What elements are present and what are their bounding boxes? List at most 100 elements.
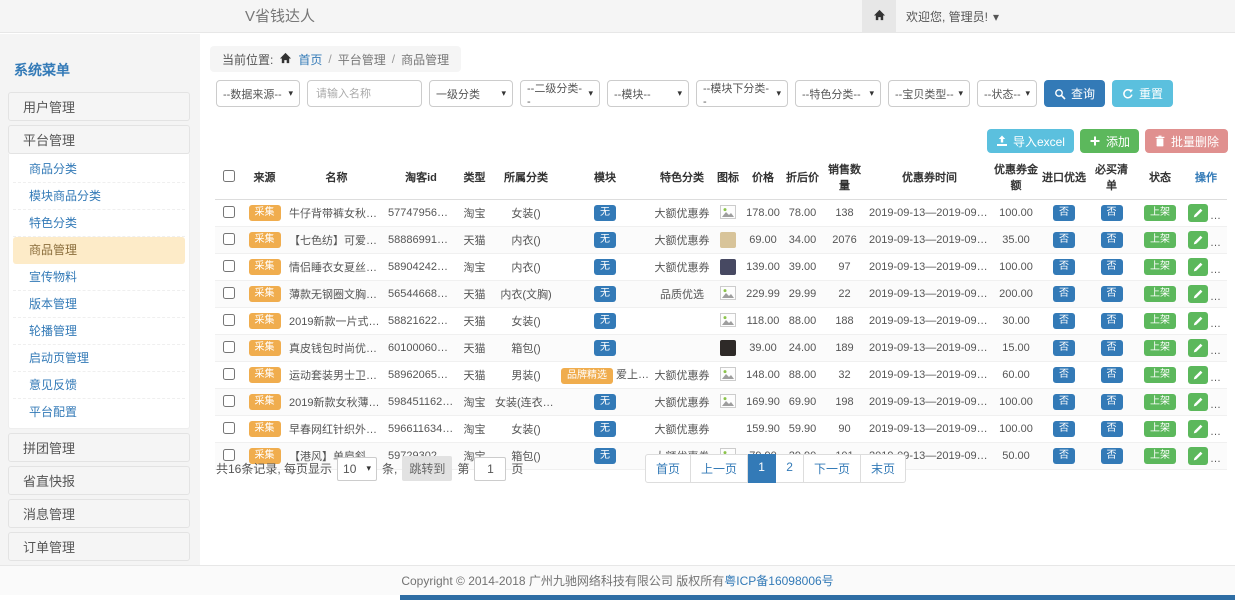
- filter-select-模块[interactable]: --模块--▾: [607, 80, 689, 107]
- select-all-checkbox[interactable]: [223, 170, 235, 182]
- status-badge[interactable]: 上架: [1144, 259, 1176, 275]
- module-badge[interactable]: 无: [594, 313, 616, 329]
- edit-button[interactable]: [1188, 447, 1208, 465]
- sidebar-group-平台管理[interactable]: 平台管理: [8, 125, 190, 154]
- sidebar-group-用户管理[interactable]: 用户管理: [8, 92, 190, 121]
- edit-button[interactable]: [1188, 393, 1208, 411]
- status-badge[interactable]: 上架: [1144, 367, 1176, 383]
- sidebar-item-意见反馈[interactable]: 意见反馈: [13, 372, 185, 399]
- page-button-上一页[interactable]: 上一页: [691, 454, 748, 483]
- filter-select-状态[interactable]: --状态--▾: [977, 80, 1037, 107]
- module-badge[interactable]: 无: [594, 448, 616, 464]
- sidebar-item-特色分类[interactable]: 特色分类: [13, 210, 185, 237]
- must-buy-toggle[interactable]: 否: [1101, 394, 1123, 410]
- module-badge[interactable]: 无: [594, 205, 616, 221]
- row-checkbox[interactable]: [223, 233, 235, 245]
- home-button[interactable]: [862, 0, 896, 33]
- module-badge[interactable]: 品牌精选: [561, 368, 613, 384]
- page-button-首页[interactable]: 首页: [645, 454, 691, 483]
- must-buy-toggle[interactable]: 否: [1101, 205, 1123, 221]
- filter-select-一级分类[interactable]: 一级分类▾: [429, 80, 513, 107]
- import-select-toggle[interactable]: 否: [1053, 313, 1075, 329]
- import-excel-button[interactable]: 导入excel: [987, 129, 1074, 153]
- module-badge[interactable]: 无: [594, 394, 616, 410]
- row-checkbox[interactable]: [223, 287, 235, 299]
- row-checkbox[interactable]: [223, 260, 235, 272]
- status-badge[interactable]: 上架: [1144, 340, 1176, 356]
- status-badge[interactable]: 上架: [1144, 448, 1176, 464]
- status-badge[interactable]: 上架: [1144, 421, 1176, 437]
- import-select-toggle[interactable]: 否: [1053, 205, 1075, 221]
- sidebar-group-订单管理[interactable]: 订单管理: [8, 532, 190, 561]
- sidebar-item-模块商品分类[interactable]: 模块商品分类: [13, 183, 185, 210]
- status-badge[interactable]: 上架: [1144, 313, 1176, 329]
- status-badge[interactable]: 上架: [1144, 205, 1176, 221]
- sidebar-item-启动页管理[interactable]: 启动页管理: [13, 345, 185, 372]
- import-select-toggle[interactable]: 否: [1053, 232, 1075, 248]
- sidebar-group-消息管理[interactable]: 消息管理: [8, 499, 190, 528]
- page-number-input[interactable]: [474, 457, 506, 481]
- sidebar-item-轮播管理[interactable]: 轮播管理: [13, 318, 185, 345]
- import-select-toggle[interactable]: 否: [1053, 367, 1075, 383]
- row-checkbox[interactable]: [223, 206, 235, 218]
- search-button[interactable]: 查询: [1044, 80, 1105, 107]
- bottom-scrollbar[interactable]: [400, 595, 1235, 600]
- status-badge[interactable]: 上架: [1144, 394, 1176, 410]
- sidebar-item-商品管理[interactable]: 商品管理: [13, 237, 185, 264]
- sidebar-item-商品分类[interactable]: 商品分类: [13, 156, 185, 183]
- jump-button[interactable]: 跳转到: [402, 456, 452, 481]
- module-badge[interactable]: 无: [594, 232, 616, 248]
- page-button-2[interactable]: 2: [776, 454, 804, 483]
- must-buy-toggle[interactable]: 否: [1101, 313, 1123, 329]
- page-button-下一页[interactable]: 下一页: [804, 454, 861, 483]
- sidebar-item-宣传物料[interactable]: 宣传物料: [13, 264, 185, 291]
- edit-button[interactable]: [1188, 258, 1208, 276]
- sidebar-item-版本管理[interactable]: 版本管理: [13, 291, 185, 318]
- user-menu[interactable]: 欢迎您, 管理员! ▾: [906, 0, 999, 33]
- breadcrumb-home-link[interactable]: 首页: [298, 51, 322, 68]
- edit-button[interactable]: [1188, 339, 1208, 357]
- page-button-末页[interactable]: 末页: [861, 454, 906, 483]
- import-select-toggle[interactable]: 否: [1053, 394, 1075, 410]
- row-checkbox[interactable]: [223, 395, 235, 407]
- icp-link[interactable]: 粤ICP备16098006号: [724, 572, 833, 589]
- edit-button[interactable]: [1188, 366, 1208, 384]
- must-buy-toggle[interactable]: 否: [1101, 367, 1123, 383]
- must-buy-toggle[interactable]: 否: [1101, 421, 1123, 437]
- module-badge[interactable]: 无: [594, 259, 616, 275]
- must-buy-toggle[interactable]: 否: [1101, 448, 1123, 464]
- edit-button[interactable]: [1188, 204, 1208, 222]
- module-badge[interactable]: 无: [594, 286, 616, 302]
- batch-delete-button[interactable]: 批量删除: [1145, 129, 1228, 153]
- must-buy-toggle[interactable]: 否: [1101, 232, 1123, 248]
- name-search-input[interactable]: [307, 80, 422, 107]
- import-select-toggle[interactable]: 否: [1053, 448, 1075, 464]
- must-buy-toggle[interactable]: 否: [1101, 286, 1123, 302]
- row-checkbox[interactable]: [223, 314, 235, 326]
- filter-select-特色分类[interactable]: --特色分类--▾: [795, 80, 881, 107]
- page-button-1[interactable]: 1: [748, 454, 776, 483]
- sidebar-item-平台配置[interactable]: 平台配置: [13, 399, 185, 426]
- edit-button[interactable]: [1188, 231, 1208, 249]
- import-select-toggle[interactable]: 否: [1053, 340, 1075, 356]
- per-page-select[interactable]: 10▾: [337, 457, 377, 481]
- module-badge[interactable]: 无: [594, 340, 616, 356]
- import-select-toggle[interactable]: 否: [1053, 259, 1075, 275]
- sidebar-group-拼团管理[interactable]: 拼团管理: [8, 433, 190, 462]
- import-select-toggle[interactable]: 否: [1053, 421, 1075, 437]
- edit-button[interactable]: [1188, 285, 1208, 303]
- filter-select-数据来源[interactable]: --数据来源--▾: [216, 80, 300, 107]
- reset-button[interactable]: 重置: [1112, 80, 1173, 107]
- status-badge[interactable]: 上架: [1144, 232, 1176, 248]
- row-checkbox[interactable]: [223, 341, 235, 353]
- status-badge[interactable]: 上架: [1144, 286, 1176, 302]
- edit-button[interactable]: [1188, 312, 1208, 330]
- row-checkbox[interactable]: [223, 422, 235, 434]
- filter-select-宝贝类型[interactable]: --宝贝类型--▾: [888, 80, 970, 107]
- module-badge[interactable]: 无: [594, 421, 616, 437]
- row-checkbox[interactable]: [223, 368, 235, 380]
- sidebar-group-省直快报[interactable]: 省直快报: [8, 466, 190, 495]
- must-buy-toggle[interactable]: 否: [1101, 340, 1123, 356]
- must-buy-toggle[interactable]: 否: [1101, 259, 1123, 275]
- import-select-toggle[interactable]: 否: [1053, 286, 1075, 302]
